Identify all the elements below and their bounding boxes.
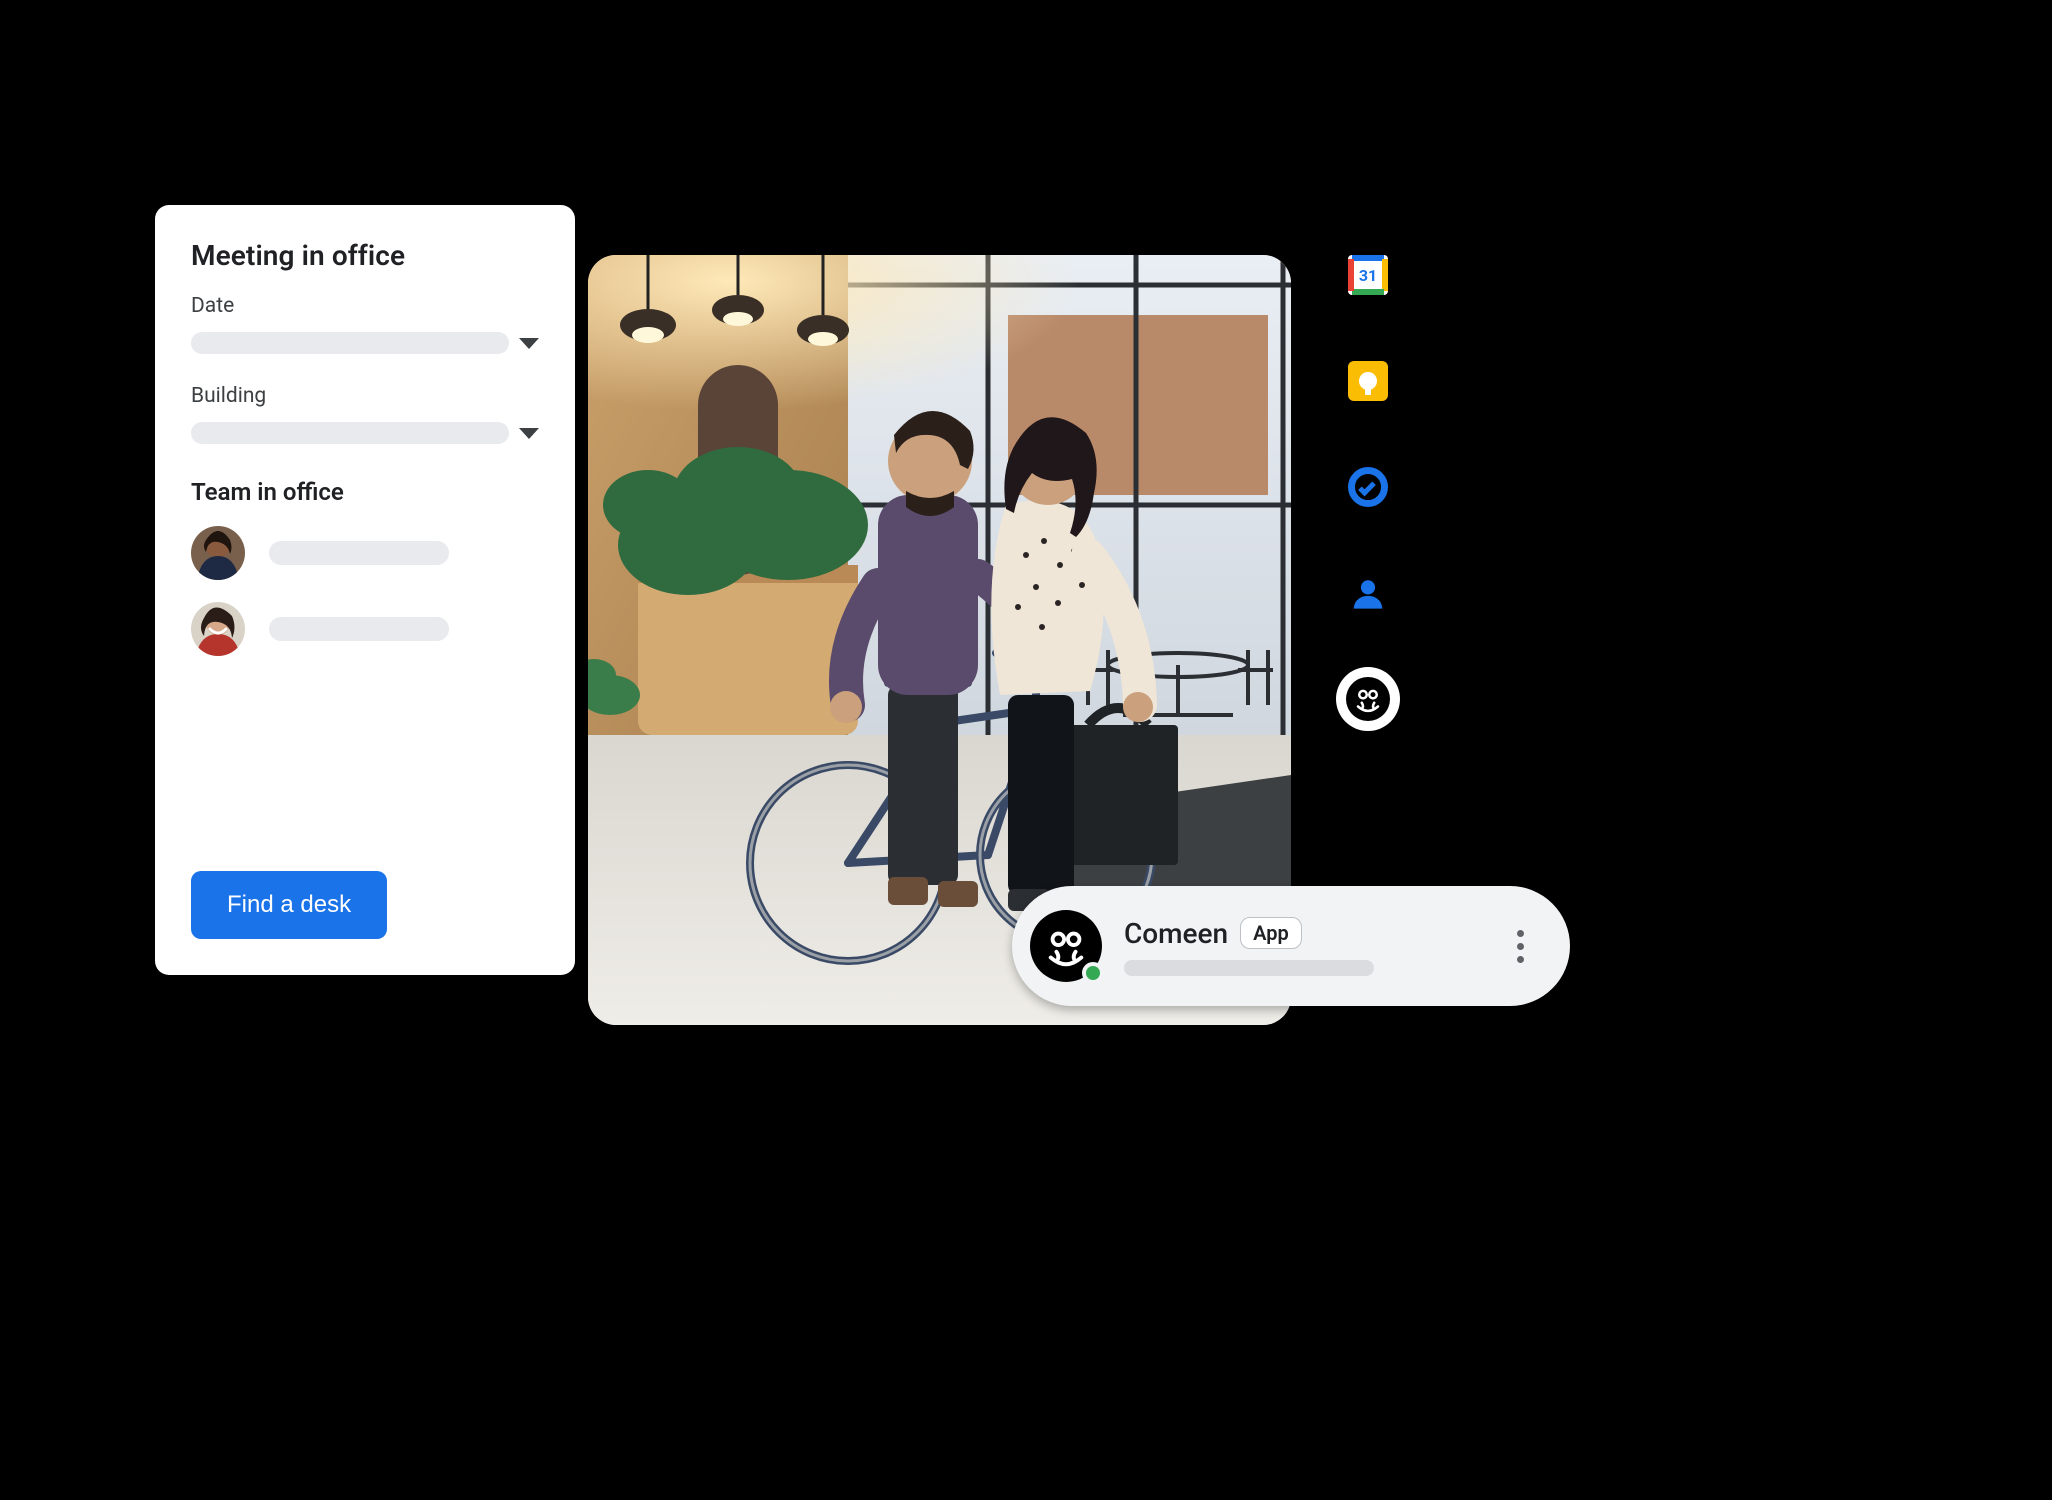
more-options-button[interactable] (1498, 930, 1542, 963)
team-member-row (191, 602, 539, 656)
space-subtitle-placeholder (1124, 960, 1374, 976)
building-select[interactable] (191, 422, 539, 444)
chevron-down-icon (519, 338, 539, 349)
card-title: Meeting in office (191, 239, 539, 272)
team-in-office-title: Team in office (191, 478, 539, 506)
avatar (191, 526, 245, 580)
side-app-rail: 31 (1343, 255, 1393, 731)
meeting-in-office-card: Meeting in office Date Building Team in … (155, 205, 575, 975)
keep-icon[interactable] (1348, 361, 1388, 401)
chevron-down-icon (519, 428, 539, 439)
tasks-icon[interactable] (1348, 467, 1388, 507)
calendar-day-number: 31 (1348, 255, 1388, 295)
date-select[interactable] (191, 332, 539, 354)
calendar-icon[interactable]: 31 (1348, 255, 1388, 295)
team-member-name-placeholder (269, 541, 449, 565)
contacts-icon[interactable] (1348, 573, 1388, 613)
building-value-placeholder (191, 422, 509, 444)
team-member-row (191, 526, 539, 580)
building-label: Building (191, 384, 539, 408)
comeen-space-chip[interactable]: Comeen App (1012, 886, 1570, 1006)
presence-dot (1082, 962, 1104, 984)
team-member-name-placeholder (269, 617, 449, 641)
app-badge: App (1240, 917, 1302, 949)
find-a-desk-button[interactable]: Find a desk (191, 871, 387, 939)
date-value-placeholder (191, 332, 509, 354)
comeen-app-icon[interactable] (1336, 667, 1400, 731)
avatar (191, 602, 245, 656)
space-avatar (1030, 910, 1102, 982)
date-label: Date (191, 294, 539, 318)
space-name: Comeen (1124, 917, 1228, 950)
